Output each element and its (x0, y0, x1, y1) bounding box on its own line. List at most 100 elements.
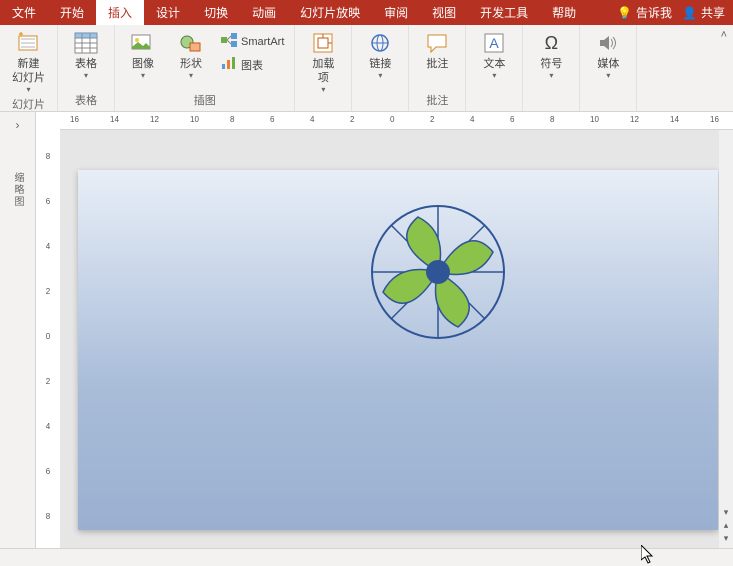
smartart-button[interactable]: SmartArt (217, 31, 288, 52)
ruler-tick: 12 (630, 115, 639, 124)
speaker-icon (596, 31, 620, 55)
workspace: › 缩略图 864202468 161412108642024681012141… (0, 112, 733, 548)
share-label: 共享 (701, 4, 725, 21)
tab-file[interactable]: 文件 (0, 0, 48, 25)
chevron-down-icon: ▾ (141, 71, 145, 80)
table-label: 表格 (75, 57, 97, 71)
slide[interactable] (78, 170, 718, 530)
tab-developer[interactable]: 开发工具 (468, 0, 540, 25)
addins-button[interactable]: 加载 项 ▾ (301, 27, 345, 94)
share-icon: 👤 (682, 6, 697, 20)
ruler-tick: 2 (430, 115, 434, 124)
ruler-tick: 8 (230, 115, 234, 124)
ruler-tick: 10 (190, 115, 199, 124)
ruler-tick: 14 (670, 115, 679, 124)
ruler-tick: 4 (36, 422, 60, 431)
edit-area: 1614121086420246810121416 (60, 112, 733, 548)
ruler-tick: 14 (110, 115, 119, 124)
group-links: 链接 ▾ (352, 25, 409, 111)
vertical-ruler: 864202468 (36, 112, 60, 548)
collapse-ribbon-icon[interactable]: ˄ (721, 29, 727, 41)
group-comments-label: 批注 (415, 90, 459, 111)
media-label: 媒体 (597, 57, 619, 71)
ruler-tick: 16 (70, 115, 79, 124)
chart-label: 图表 (241, 57, 263, 73)
tab-animation[interactable]: 动画 (240, 0, 288, 25)
ruler-tick: 8 (36, 512, 60, 521)
new-slide-button[interactable]: 新建 幻灯片 ▾ (6, 27, 51, 94)
chevron-down-icon: ▾ (549, 71, 553, 80)
group-illustrations: 图像 ▾ 形状 ▾ SmartArt 图表 插图 (115, 25, 295, 111)
comments-button[interactable]: 批注 (415, 27, 459, 71)
symbols-label: 符号 (540, 57, 562, 71)
chevron-down-icon: ▾ (189, 71, 193, 80)
tab-design[interactable]: 设计 (144, 0, 192, 25)
table-icon (74, 31, 98, 55)
media-button[interactable]: 媒体 ▾ (586, 27, 630, 80)
ribbon: 新建 幻灯片 ▾ 幻灯片 表格 ▾ 表格 图像 ▾ (0, 25, 733, 112)
group-text: A 文本 ▾ (466, 25, 523, 111)
chevron-down-icon: ▾ (378, 71, 382, 80)
ruler-tick: 4 (310, 115, 314, 124)
ruler-tick: 8 (36, 152, 60, 161)
shapes-icon (179, 31, 203, 55)
tab-review[interactable]: 审阅 (372, 0, 420, 25)
text-icon: A (482, 31, 506, 55)
smartart-icon (221, 33, 237, 50)
horizontal-ruler: 1614121086420246810121416 (60, 112, 733, 130)
images-button[interactable]: 图像 ▾ (121, 27, 165, 80)
fan-shape[interactable] (368, 202, 508, 342)
links-button[interactable]: 链接 ▾ (358, 27, 402, 80)
chart-icon (221, 56, 237, 73)
table-button[interactable]: 表格 ▾ (64, 27, 108, 80)
share-button[interactable]: 👤 共享 (682, 4, 725, 21)
slide-canvas-wrap (60, 130, 719, 548)
ruler-tick: 6 (510, 115, 514, 124)
tab-transition[interactable]: 切换 (192, 0, 240, 25)
tab-slideshow[interactable]: 幻灯片放映 (288, 0, 372, 25)
group-tables: 表格 ▾ 表格 (58, 25, 115, 111)
images-label: 图像 (132, 57, 154, 71)
group-slides: 新建 幻灯片 ▾ 幻灯片 (0, 25, 58, 111)
status-bar (0, 548, 733, 566)
chart-button[interactable]: 图表 (217, 54, 288, 75)
ruler-tick: 2 (36, 287, 60, 296)
comment-icon (425, 31, 449, 55)
addins-icon (311, 31, 335, 55)
link-icon (368, 31, 392, 55)
addins-label: 加载 项 (312, 57, 334, 85)
shapes-button[interactable]: 形状 ▾ (169, 27, 213, 80)
new-slide-icon (17, 31, 41, 55)
expand-pane-icon[interactable]: › (16, 118, 20, 132)
next-slide-icon[interactable]: ▾ (724, 533, 729, 544)
prev-slide-icon[interactable]: ▴ (724, 520, 729, 531)
tell-me[interactable]: 💡 告诉我 (617, 4, 672, 21)
tab-view[interactable]: 视图 (420, 0, 468, 25)
tab-insert[interactable]: 插入 (96, 0, 144, 25)
group-symbols: Ω 符号 ▾ (523, 25, 580, 111)
shapes-label: 形状 (180, 57, 202, 71)
ruler-tick: 2 (36, 377, 60, 386)
text-button[interactable]: A 文本 ▾ (472, 27, 516, 80)
group-illus-label: 插图 (121, 90, 288, 111)
outline-pane: › 缩略图 (0, 112, 36, 548)
vertical-scrollbar[interactable]: ▾ ▴ ▾ (719, 130, 733, 548)
ruler-tick: 6 (36, 197, 60, 206)
ruler-tick: 10 (590, 115, 599, 124)
ruler-tick: 12 (150, 115, 159, 124)
bulb-icon: 💡 (617, 6, 632, 20)
ruler-tick: 4 (36, 242, 60, 251)
group-addins: 加载 项 ▾ (295, 25, 352, 111)
symbols-button[interactable]: Ω 符号 ▾ (529, 27, 573, 80)
scroll-down-icon[interactable]: ▾ (724, 507, 729, 518)
ruler-tick: 16 (710, 115, 719, 124)
smartart-label: SmartArt (241, 36, 284, 48)
ruler-tick: 8 (550, 115, 554, 124)
tab-home[interactable]: 开始 (48, 0, 96, 25)
chevron-down-icon: ▾ (84, 71, 88, 80)
ruler-tick: 6 (270, 115, 274, 124)
tab-help[interactable]: 帮助 (540, 0, 588, 25)
comments-label: 批注 (426, 57, 448, 71)
group-media: 媒体 ▾ (580, 25, 637, 111)
group-tables-label: 表格 (64, 90, 108, 111)
